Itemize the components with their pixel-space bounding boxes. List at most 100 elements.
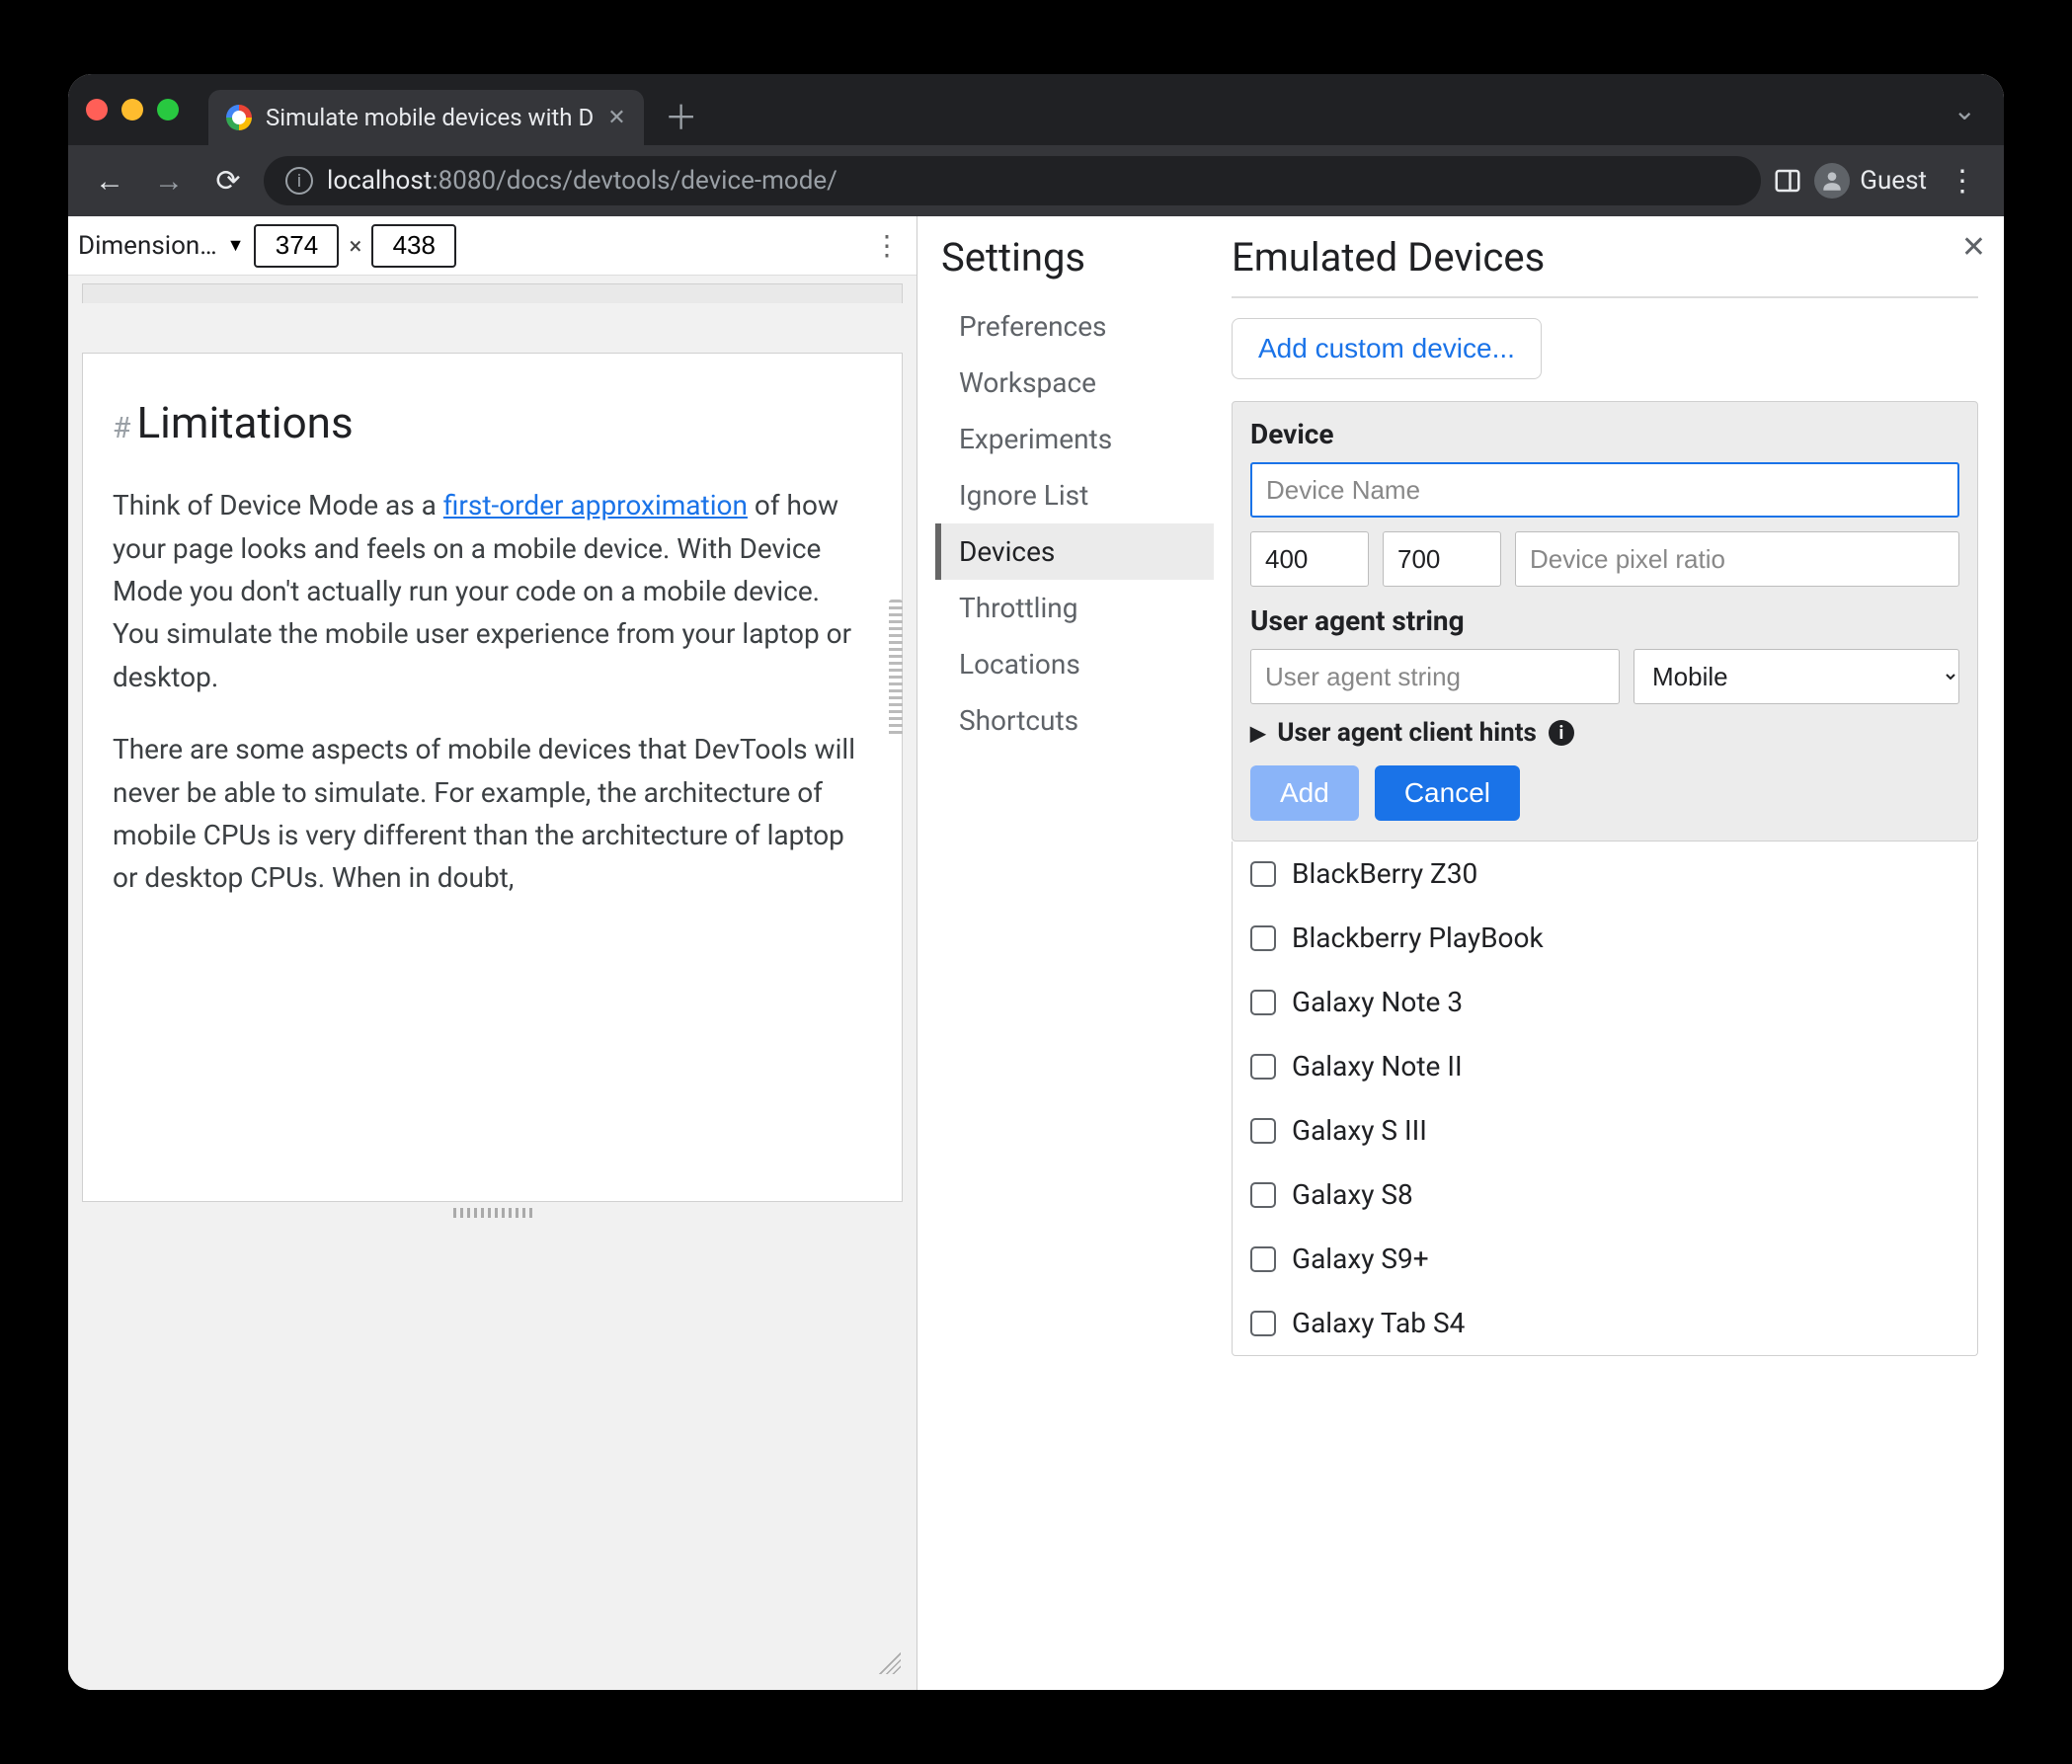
first-order-approximation-link[interactable]: first-order approximation [443,489,748,521]
settings-nav-ignore-list[interactable]: Ignore List [935,467,1214,523]
device-name-label: Galaxy Tab S4 [1292,1307,1465,1339]
device-list-item[interactable]: Galaxy S III [1233,1098,1977,1163]
content-area: Dimension… ▼ × ⋮ #Limitations Think of D… [68,216,2004,1690]
simulated-viewport: #Limitations Think of Device Mode as a f… [82,303,903,1676]
disclosure-triangle-icon: ▶ [1250,721,1265,745]
add-custom-device-button[interactable]: Add custom device... [1232,318,1542,379]
tab-title: Simulate mobile devices with D [266,104,594,131]
device-pixel-ratio-input[interactable] [1515,531,1959,587]
profile-button[interactable]: Guest [1814,163,1927,199]
settings-nav-workspace[interactable]: Workspace [935,355,1214,411]
page-heading: #Limitations [113,389,872,456]
tabs-overflow-icon[interactable]: ⌄ [1953,94,1976,126]
device-checkbox[interactable] [1250,990,1276,1015]
cancel-button[interactable]: Cancel [1375,765,1520,821]
device-section-label: Device [1250,418,1959,450]
viewport-resize-bottom-handle[interactable] [453,1208,532,1218]
anchor-hash-icon[interactable]: # [113,411,130,445]
info-icon[interactable]: i [1549,720,1574,746]
device-toolbar: Dimension… ▼ × ⋮ [68,216,916,276]
device-checkbox[interactable] [1250,1182,1276,1208]
chrome-favicon-icon [226,105,252,130]
titlebar: Simulate mobile devices with D ✕ ＋ ⌄ [68,74,2004,145]
page-paragraph-2: There are some aspects of mobile devices… [113,728,872,900]
device-checkbox[interactable] [1250,1311,1276,1336]
window-close-button[interactable] [86,99,108,120]
forward-button[interactable]: → [145,157,193,204]
device-list-item[interactable]: Galaxy Note 3 [1233,970,1977,1034]
browser-toolbar: ← → ⟳ i localhost:8080/docs/devtools/dev… [68,145,2004,216]
avatar-icon [1814,163,1850,199]
dimensions-separator: × [349,232,361,260]
device-list-item[interactable]: Galaxy Tab S4 [1233,1291,1977,1355]
device-checkbox[interactable] [1250,861,1276,887]
browser-window: Simulate mobile devices with D ✕ ＋ ⌄ ← →… [68,74,2004,1690]
url-path: /docs/devtools/device-mode/ [496,166,837,196]
settings-nav-shortcuts[interactable]: Shortcuts [935,692,1214,749]
ua-client-hints-toggle[interactable]: ▶ User agent client hints i [1250,718,1959,748]
dimensions-dropdown[interactable]: Dimension… [78,231,217,261]
back-button[interactable]: ← [86,157,133,204]
settings-main: Emulated Devices Add custom device... De… [1214,216,2004,1690]
device-toolbar-menu-icon[interactable]: ⋮ [867,229,907,262]
viewport-width-input[interactable] [254,224,339,268]
url-port: :8080 [432,166,496,196]
site-info-icon[interactable]: i [285,167,313,195]
tab-close-icon[interactable]: ✕ [607,106,625,130]
settings-nav-throttling[interactable]: Throttling [935,580,1214,636]
browser-menu-icon[interactable]: ⋮ [1939,157,1986,204]
simulated-page-content: #Limitations Think of Device Mode as a f… [82,353,903,1202]
address-bar[interactable]: i localhost:8080/docs/devtools/device-mo… [264,156,1761,205]
device-name-label: Galaxy S8 [1292,1178,1413,1211]
device-checkbox[interactable] [1250,1246,1276,1272]
device-list-item[interactable]: BlackBerry Z30 [1233,842,1977,906]
url-host: localhost [327,166,432,196]
reload-button[interactable]: ⟳ [204,157,252,204]
traffic-lights [86,99,179,120]
device-name-label: Galaxy S9+ [1292,1243,1429,1275]
browser-tab[interactable]: Simulate mobile devices with D ✕ [208,90,644,145]
window-minimize-button[interactable] [121,99,143,120]
settings-nav-locations[interactable]: Locations [935,636,1214,692]
new-tab-button[interactable]: ＋ [662,95,701,134]
device-checkbox[interactable] [1250,1118,1276,1144]
profile-label: Guest [1860,166,1927,196]
device-list-item[interactable]: Galaxy S8 [1233,1163,1977,1227]
device-checkbox[interactable] [1250,925,1276,951]
add-button[interactable]: Add [1250,765,1359,821]
user-agent-input[interactable] [1250,649,1620,704]
device-name-label: BlackBerry Z30 [1292,857,1477,890]
device-checkbox[interactable] [1250,1054,1276,1080]
user-agent-type-select[interactable]: Mobile [1634,649,1959,704]
emulated-devices-title: Emulated Devices [1232,234,1978,298]
device-name-label: Galaxy Note II [1292,1050,1463,1082]
device-list-item[interactable]: Galaxy Note II [1233,1034,1977,1098]
viewport-resize-corner-handle[interactable] [879,1652,901,1674]
device-list: BlackBerry Z30 Blackberry PlayBook Galaxy … [1232,842,1978,1356]
device-height-input[interactable] [1383,531,1501,587]
custom-device-form: Device User agent string Mobile [1232,401,1978,842]
panel-toggle-icon[interactable] [1773,166,1802,196]
window-maximize-button[interactable] [157,99,179,120]
settings-sidebar: Settings PreferencesWorkspaceExperiments… [917,216,1214,1690]
device-name-input[interactable] [1250,462,1959,518]
device-name-label: Galaxy S III [1292,1114,1427,1147]
viewport-height-input[interactable] [371,224,456,268]
settings-nav-devices[interactable]: Devices [935,523,1214,580]
device-width-input[interactable] [1250,531,1369,587]
devtools-settings-pane: ✕ Settings PreferencesWorkspaceExperimen… [917,216,2004,1690]
settings-nav-experiments[interactable]: Experiments [935,411,1214,467]
ua-section-label: User agent string [1250,604,1959,637]
page-paragraph-1: Think of Device Mode as a first-order ap… [113,484,872,698]
settings-title: Settings [935,234,1214,281]
ruler [82,283,903,303]
settings-nav-preferences[interactable]: Preferences [935,298,1214,355]
viewport-resize-right-handle[interactable] [889,600,903,738]
device-list-item[interactable]: Blackberry PlayBook [1233,906,1977,970]
close-icon[interactable]: ✕ [1961,230,1986,265]
device-list-item[interactable]: Galaxy S9+ [1233,1227,1977,1291]
dropdown-caret-icon[interactable]: ▼ [227,235,245,256]
device-name-label: Blackberry PlayBook [1292,922,1544,954]
device-mode-pane: Dimension… ▼ × ⋮ #Limitations Think of D… [68,216,917,1690]
device-name-label: Galaxy Note 3 [1292,986,1463,1018]
